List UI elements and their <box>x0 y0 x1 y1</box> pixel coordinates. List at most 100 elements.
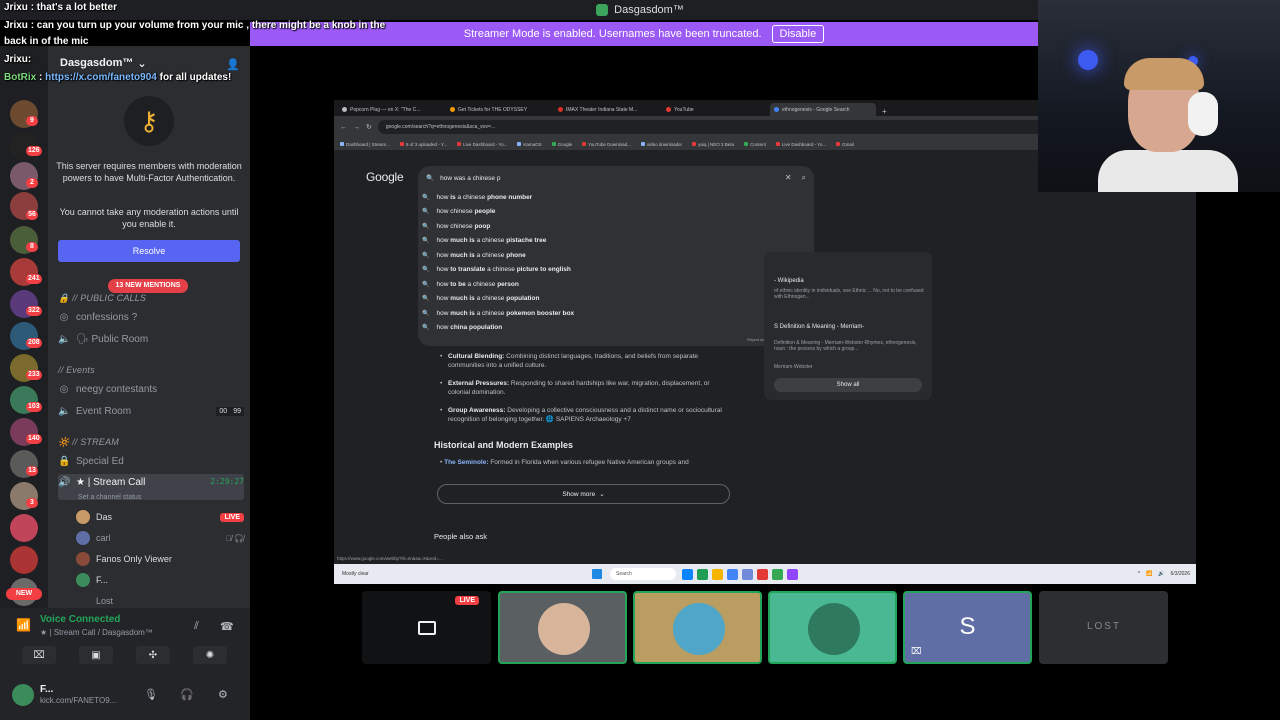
forum-icon: ◎ <box>59 383 69 395</box>
weather-widget[interactable]: Mostly clear <box>342 571 592 577</box>
bookmark[interactable]: KamaOS <box>517 141 542 147</box>
screen-share-button[interactable]: ▣ <box>79 646 113 664</box>
microphone-icon[interactable]: 🎙 <box>144 688 158 701</box>
obs-icon[interactable] <box>757 568 768 580</box>
participant-tile[interactable] <box>498 591 627 664</box>
reload-icon[interactable]: ↻ <box>366 123 372 131</box>
activities-button[interactable]: ✣ <box>136 646 170 664</box>
tab-label: IMAX Theater Indiana State M... <box>566 106 638 113</box>
suggestion-item[interactable]: 🔍 how china population <box>422 321 502 335</box>
clock-date[interactable]: 6/3/2026 <box>1171 571 1190 577</box>
new-mentions-pill[interactable]: 13 NEW MENTIONS <box>108 279 188 293</box>
bookmark[interactable]: Content <box>744 141 766 147</box>
google-logo[interactable]: Google <box>366 170 404 184</box>
voice-user[interactable]: Fanos Only Viewer <box>76 550 244 568</box>
suggestion-item[interactable]: 🔍 how to be a chinese person <box>422 277 519 291</box>
server-icon[interactable] <box>10 546 38 574</box>
forward-icon[interactable]: → <box>353 124 360 131</box>
bookmark[interactable]: Live Dashboard - Yo... <box>457 141 507 147</box>
file-explorer-icon[interactable] <box>712 568 723 580</box>
headphones-icon[interactable]: 🎧 <box>180 688 194 701</box>
volume-icon[interactable]: 🔊 <box>1158 571 1164 577</box>
voice-connected-label[interactable]: Voice Connected <box>40 614 120 625</box>
server-icon[interactable] <box>10 514 38 542</box>
category-events[interactable]: // Events <box>58 365 95 375</box>
browser-tab[interactable]: Popcorn Plug — on X: "The C... <box>338 103 444 116</box>
category-stream[interactable]: 🔆 // STREAM <box>58 437 119 448</box>
bookmark[interactable]: yaiq | NEO 3 Beta <box>692 141 734 147</box>
app-icon[interactable] <box>772 568 783 580</box>
suggestion-item[interactable]: 🔍 how chinese poop <box>422 219 490 233</box>
disconnect-icon[interactable]: ☎ <box>220 620 234 633</box>
server-header[interactable]: Dasgasdom™ ⌄ <box>48 52 250 74</box>
channel-special-ed[interactable]: 🔒 Special Ed <box>58 452 244 470</box>
chat-link[interactable]: https://x.com/faneto904 <box>45 72 157 83</box>
overview-bullet: Group Awareness: Developing a collective… <box>440 406 728 424</box>
discord-icon[interactable] <box>742 568 753 580</box>
suggestion-item[interactable]: 🔍 how chinese people <box>422 205 495 219</box>
resolve-button[interactable]: Resolve <box>58 240 240 262</box>
bookmark[interactable]: Gmail <box>836 141 854 147</box>
gear-icon[interactable]: ⚙ <box>218 688 228 701</box>
username[interactable]: F... <box>40 684 53 695</box>
participant-tile[interactable]: LOST <box>1039 591 1168 664</box>
taskbar-search[interactable]: Search <box>610 568 676 580</box>
participant-tile[interactable] <box>633 591 762 664</box>
suggestion-item[interactable]: 🔍 how much is a chinese population <box>422 292 539 306</box>
bookmark-icon <box>517 141 522 146</box>
voice-user[interactable]: F... <box>76 571 244 589</box>
edge-icon[interactable] <box>682 568 693 580</box>
app-icon[interactable] <box>697 568 708 580</box>
browser-tab[interactable]: IMAX Theater Indiana State M... <box>554 103 660 116</box>
suggestion-item[interactable]: 🔍 how to translate a chinese picture to e… <box>422 263 571 277</box>
bookmark[interactable]: Google <box>551 141 572 147</box>
category-public-calls[interactable]: 🔒 // PUBLIC CALLS <box>58 293 146 304</box>
chrome-icon[interactable] <box>727 568 738 580</box>
bookmark[interactable]: YouTube Download... <box>582 141 631 147</box>
voice-user[interactable]: carl 🎙̸ 🎧̸ <box>76 529 244 547</box>
voice-channel-path[interactable]: ★ | Stream Call / Dasgasdom™ <box>40 628 153 637</box>
channel-public-room[interactable]: 🔈 🗣 Public Room <box>58 330 244 348</box>
soundboard-button[interactable]: ✺ <box>193 646 227 664</box>
channel-confessions[interactable]: ◎ confessions ? <box>58 308 244 326</box>
browser-tab[interactable]: YouTube <box>662 103 768 116</box>
tab-label: Get Tickets for THE ODYSSEY <box>458 106 528 113</box>
bookmark[interactable]: 5 of 3 uploaded - Y... <box>399 141 447 147</box>
browser-tab-active[interactable]: ethnogenesis - Google Search <box>770 103 876 116</box>
new-tab-icon[interactable]: + <box>882 107 887 116</box>
show-all-button[interactable]: Show all <box>774 378 922 392</box>
channel-status[interactable]: Set a channel status <box>78 494 141 501</box>
suggestion-item[interactable]: 🔍 how much is a chinese pokemon booster b… <box>422 306 574 320</box>
avatar[interactable] <box>12 684 34 706</box>
bookmark[interactable]: Dashboard | Stream... <box>340 141 390 147</box>
channel-neegy-contestants[interactable]: ◎ neegy contestants <box>58 380 244 398</box>
camera-off-button[interactable]: ⌧ <box>22 646 56 664</box>
clear-icon[interactable]: ✕ <box>785 173 792 183</box>
back-icon[interactable]: ← <box>340 124 347 131</box>
wifi-icon[interactable]: 📶 <box>1146 571 1152 577</box>
source-title[interactable]: S Definition & Meaning - Merriam- <box>774 324 924 330</box>
channel-event-room[interactable]: 🔈 Event Room 00 99 <box>58 402 244 420</box>
invite-people-icon[interactable]: 👤 <box>226 58 240 71</box>
participant-tile[interactable] <box>768 591 897 664</box>
suggestion-item[interactable]: 🔍 how much is a chinese phone <box>422 248 526 262</box>
suggestion-item[interactable]: 🔍 how is a chinese phone number <box>422 190 532 204</box>
noise-suppression-icon[interactable]: ⫽ <box>194 620 199 633</box>
disable-streamer-mode-button[interactable]: Disable <box>771 25 825 43</box>
show-more-button[interactable]: Show more ⌄ <box>437 484 730 504</box>
bookmark[interactable]: video downloader <box>640 141 682 147</box>
voice-user[interactable]: Das LIVE <box>76 508 244 526</box>
windows-start-icon[interactable] <box>592 569 602 579</box>
new-unreads-pill[interactable]: NEW <box>6 588 42 600</box>
search-input[interactable]: 🔍 how was a chinese p ✕ ⌕ <box>418 166 814 190</box>
chevron-up-icon[interactable]: ^ <box>1138 571 1140 577</box>
bookmark[interactable]: Live Dashboard - Yo... <box>775 141 826 147</box>
participant-tile[interactable]: S ⌧ <box>903 591 1032 664</box>
browser-tab[interactable]: Get Tickets for THE ODYSSEY <box>446 103 552 116</box>
app-icon[interactable] <box>787 568 798 580</box>
search-submit-icon[interactable]: ⌕ <box>802 173 806 183</box>
suggestion-item[interactable]: 🔍 how much is a chinese pistache tree <box>422 234 546 248</box>
participant-tile-stream[interactable]: LIVE <box>362 591 491 664</box>
source-title[interactable]: - Wikipedia <box>774 278 924 284</box>
tab-label: Popcorn Plug — on X: "The C... <box>350 106 421 113</box>
